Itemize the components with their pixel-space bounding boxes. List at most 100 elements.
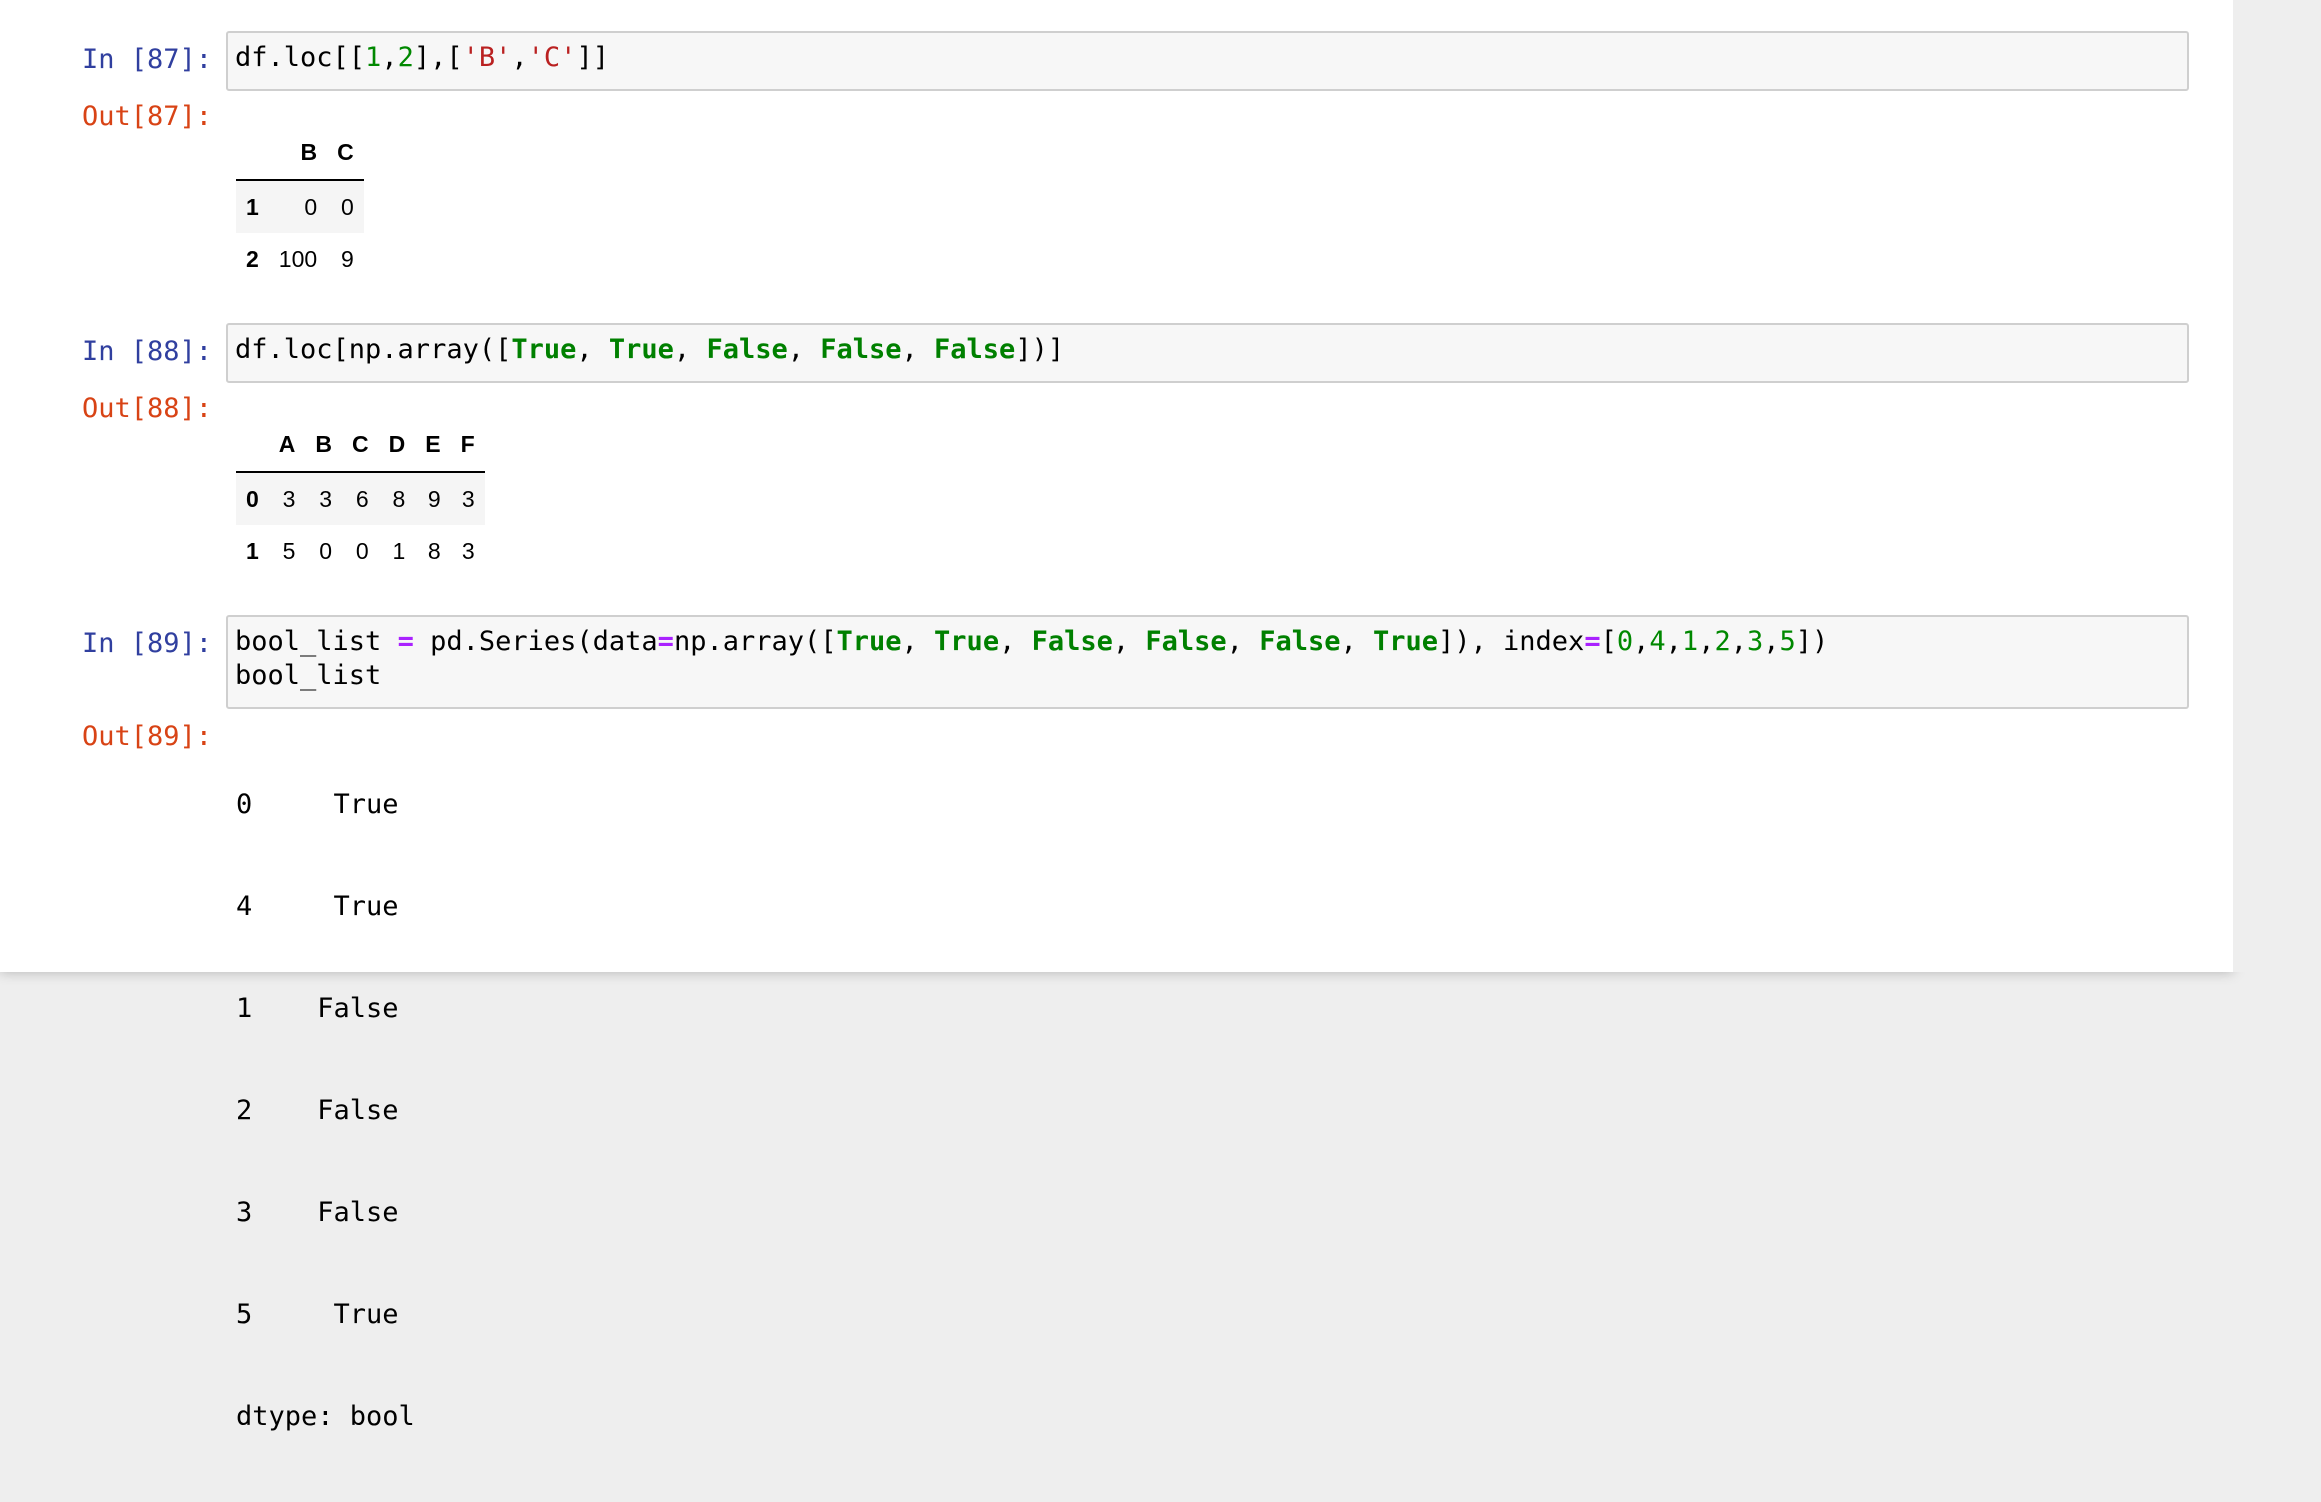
code-token: , <box>901 334 935 365</box>
output-line: dtype: bool <box>236 1401 415 1432</box>
code-token: , <box>901 626 935 657</box>
output-line: 2 False <box>236 1095 399 1126</box>
cell-88-input-prompt: In [88]: <box>81 336 212 367</box>
table-cell: 9 <box>427 485 441 512</box>
code-token: 2 <box>397 42 414 73</box>
code-token: False <box>1145 626 1227 657</box>
code-token: , <box>1112 626 1146 657</box>
code-token: , <box>1340 626 1373 657</box>
row-index: 0 <box>246 485 259 512</box>
table-cell: 100 <box>278 245 318 272</box>
row-index: 1 <box>246 537 259 564</box>
code-token: = <box>397 626 414 657</box>
column-header <box>236 125 269 181</box>
code-token: pd.Series(data <box>413 626 658 657</box>
code-token: 4 <box>1649 626 1666 657</box>
table-row: 1 0 0 <box>236 180 364 233</box>
cell-89-code-input[interactable]: bool_list = pd.Series(data=np.array([Tru… <box>226 615 2189 709</box>
code-token: 1 <box>1681 626 1699 657</box>
code-token: ])] <box>1015 334 1065 365</box>
table-cell: 0 <box>341 193 354 220</box>
column-header: C <box>327 125 364 181</box>
code-token: 2 <box>1714 626 1731 657</box>
table-header-row: A B C D E F <box>236 417 485 473</box>
table-cell: 0 <box>355 537 369 564</box>
code-token: , <box>1730 626 1747 657</box>
table-cell: 3 <box>282 485 296 512</box>
code-token: ]] <box>576 42 609 73</box>
column-header: B <box>305 417 343 473</box>
table-cell: 5 <box>282 537 296 564</box>
code-token: 0 <box>1616 626 1634 657</box>
output-line: 0 True <box>236 789 399 820</box>
table-cell: 0 <box>319 537 333 564</box>
table-row: 1 5 0 0 1 8 3 <box>236 525 485 577</box>
cell-87-input-prompt: In [87]: <box>81 44 212 75</box>
code-token: , <box>673 334 707 365</box>
code-token: True <box>608 334 674 365</box>
code-token: df.loc[[ <box>235 42 366 73</box>
code-token: ]), index <box>1438 626 1585 657</box>
table-cell: 3 <box>461 485 475 512</box>
table-row: 2 100 9 <box>236 233 364 285</box>
output-line: 5 True <box>236 1299 399 1330</box>
output-line: 4 True <box>236 891 399 922</box>
column-header: B <box>268 125 328 181</box>
code-token: , <box>999 626 1032 657</box>
code-token: True <box>511 334 577 365</box>
code-token: = <box>657 626 674 657</box>
row-index: 1 <box>246 193 259 220</box>
column-header: F <box>450 417 485 473</box>
code-token: , <box>576 334 609 365</box>
column-header: C <box>342 417 379 473</box>
cell-88-code-input[interactable]: df.loc[np.array([True, True, False, Fals… <box>226 323 2189 383</box>
page-scroll-gutter <box>2233 0 2321 972</box>
code-token: , <box>787 334 821 365</box>
code-token: False <box>706 334 788 365</box>
code-token: [ <box>1600 626 1617 657</box>
table-header-row: B C <box>236 125 364 181</box>
code-token: 3 <box>1746 626 1764 657</box>
cell-87-output-prompt: Out[87]: <box>81 101 212 132</box>
column-header <box>236 417 269 473</box>
code-token: 5 <box>1779 626 1796 657</box>
code-token: 'B' <box>462 42 512 73</box>
code-token: , <box>381 42 398 73</box>
output-line: 1 False <box>236 993 399 1024</box>
code-token: False <box>1259 626 1341 657</box>
table-cell: 9 <box>341 245 354 272</box>
code-token: , <box>1698 626 1715 657</box>
code-token: False <box>934 334 1016 365</box>
cell-89-output-prompt: Out[89]: <box>81 721 212 752</box>
code-token: , <box>511 42 528 73</box>
notebook-container: In [87]: df.loc[[1,2],['B','C']] Out[87]… <box>0 0 2233 1432</box>
code-token: ],[ <box>413 42 463 73</box>
cell-89-stream-output: 0 True 4 True 1 False 2 False 3 False 5 … <box>236 720 415 1502</box>
code-token: 'C' <box>527 42 577 73</box>
cell-87-dataframe-output: B C 1 0 0 2 100 9 <box>236 125 364 285</box>
code-token: , <box>1633 626 1650 657</box>
cell-87-code-input[interactable]: df.loc[[1,2],['B','C']] <box>226 31 2189 91</box>
column-header: E <box>415 417 451 473</box>
code-token: df.loc[np.array([ <box>235 334 512 365</box>
table-cell: 1 <box>392 537 406 564</box>
cell-89-input-prompt: In [89]: <box>81 628 212 659</box>
table-row: 0 3 3 6 8 9 3 <box>236 472 485 525</box>
column-header: D <box>378 417 416 473</box>
table-cell: 3 <box>319 485 333 512</box>
code-token: = <box>1584 626 1601 657</box>
table-cell: 8 <box>427 537 441 564</box>
table-cell: 3 <box>461 537 475 564</box>
row-index: 2 <box>246 245 259 272</box>
code-token: True <box>934 626 1000 657</box>
code-token: bool_list <box>235 626 398 657</box>
code-token: False <box>820 334 902 365</box>
table-cell: 8 <box>392 485 406 512</box>
table-cell: 6 <box>355 485 369 512</box>
code-token: True <box>1372 626 1439 657</box>
code-token: True <box>836 626 902 657</box>
code-token: , <box>1763 626 1780 657</box>
cell-88-output-prompt: Out[88]: <box>81 393 212 424</box>
table-cell: 0 <box>304 193 318 220</box>
column-header: A <box>268 417 306 473</box>
